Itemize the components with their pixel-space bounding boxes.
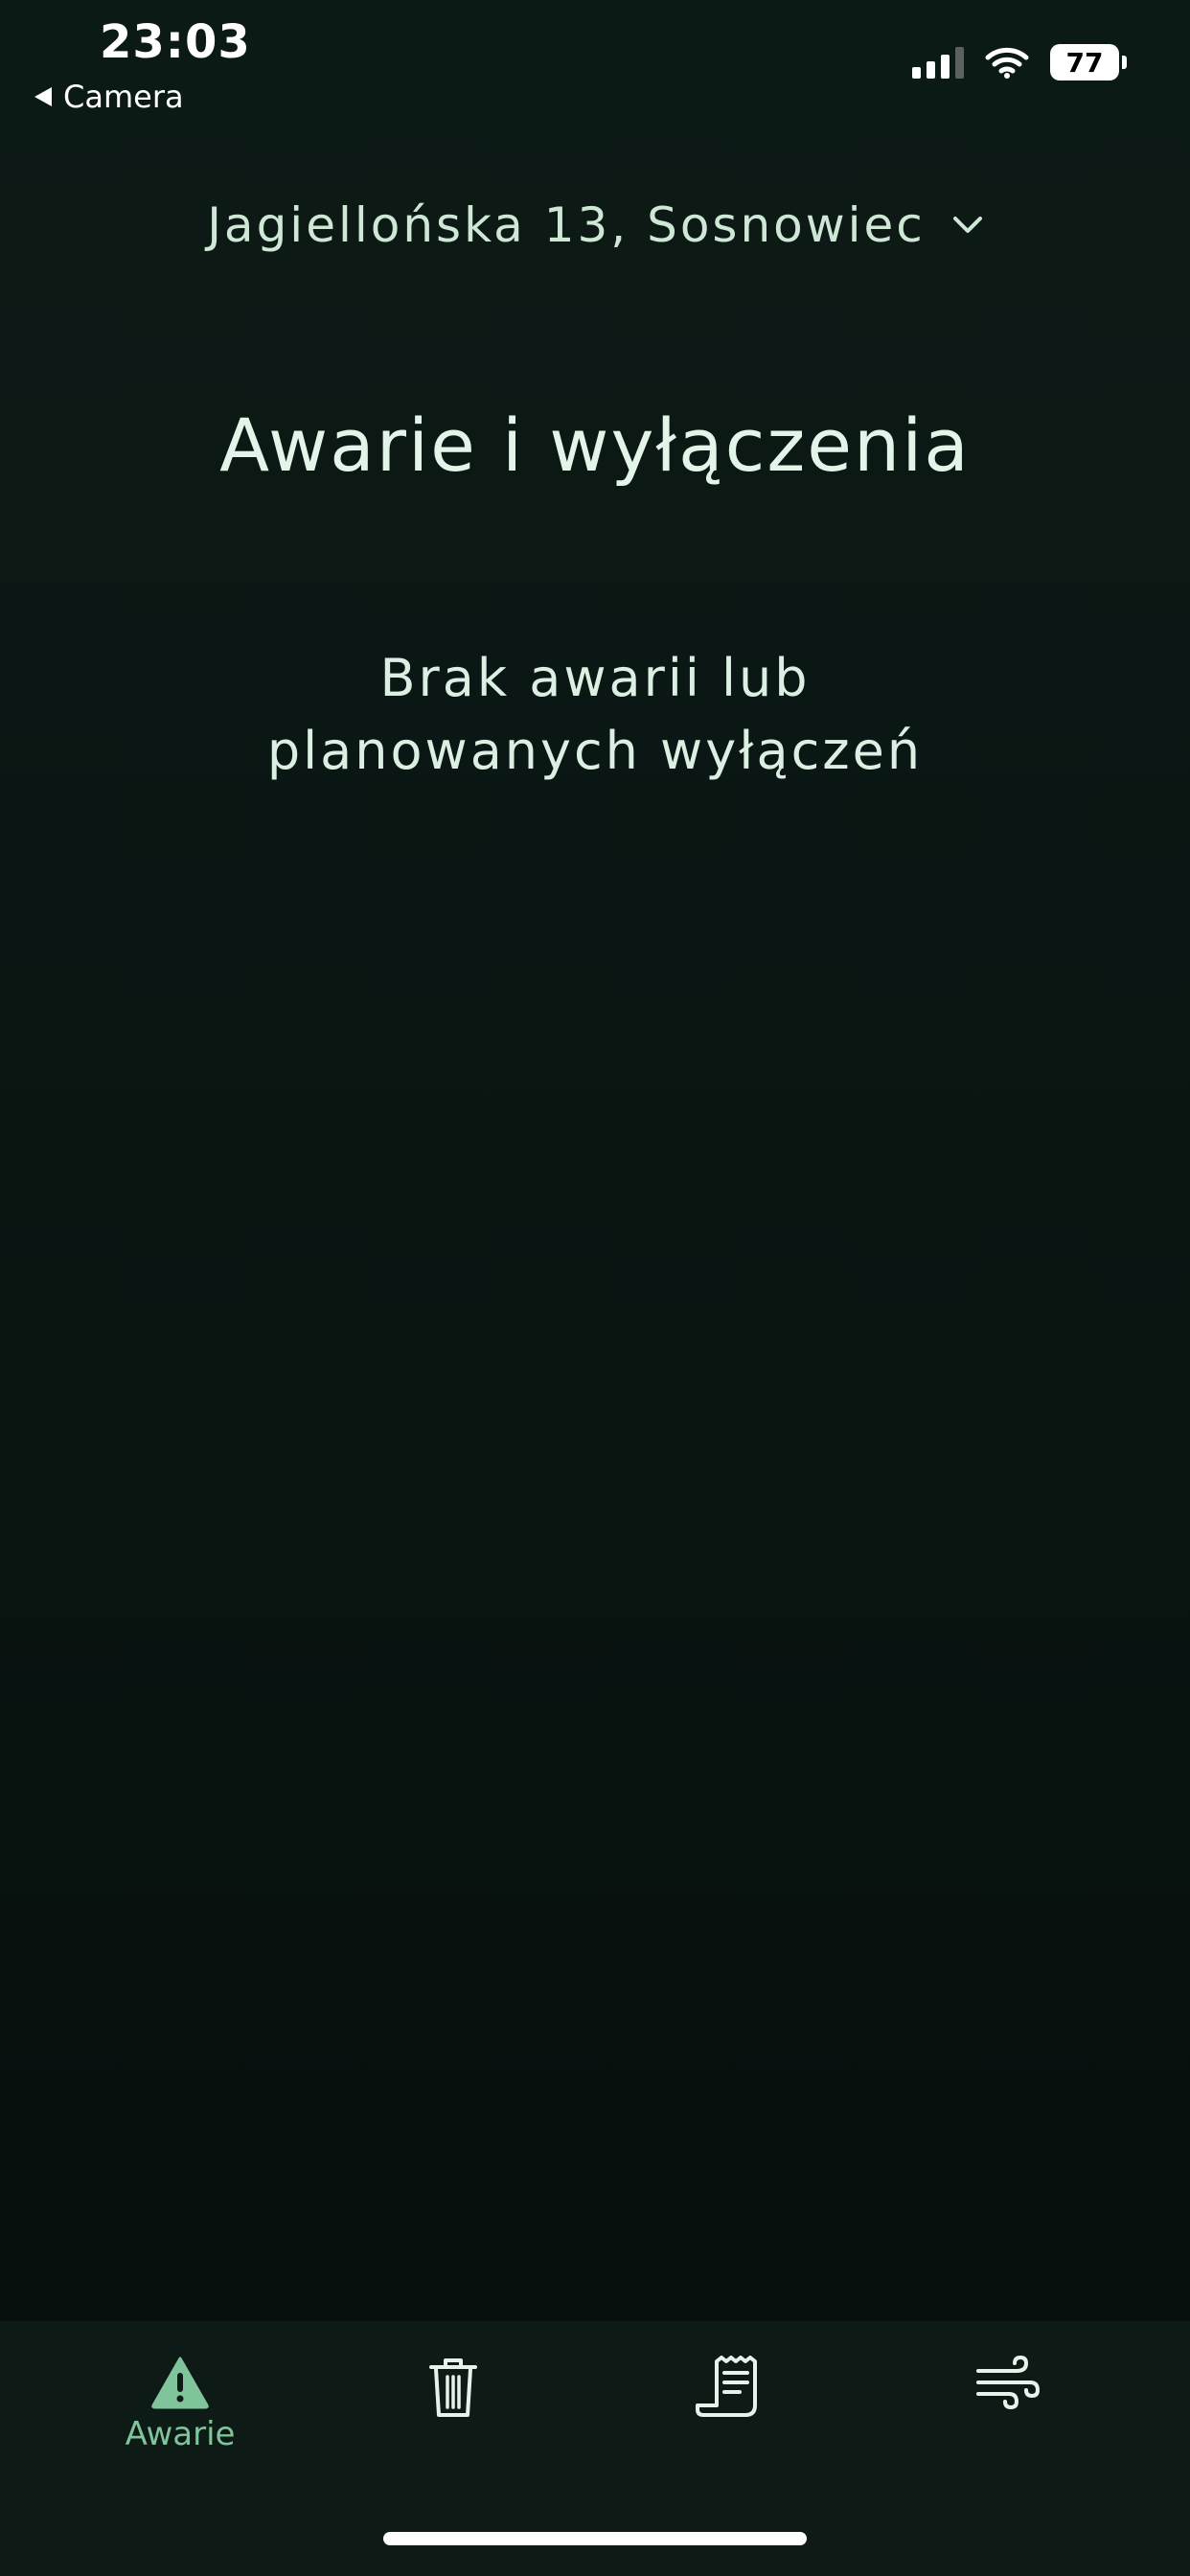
battery-level: 77 — [1050, 44, 1119, 80]
status-bar: 23:03 Camera 77 — [0, 0, 1190, 125]
empty-state-line-1: Brak awarii lub — [379, 648, 811, 708]
warning-icon — [151, 2357, 209, 2409]
home-indicator[interactable] — [383, 2532, 807, 2545]
empty-state-line-2: planowanych wyłączeń — [266, 721, 924, 781]
receipt-icon — [696, 2356, 757, 2417]
battery-icon: 77 — [1050, 44, 1127, 80]
status-indicators: 77 — [912, 44, 1127, 80]
wind-icon — [976, 2356, 1041, 2409]
trash-icon — [429, 2358, 477, 2417]
back-link-label: Camera — [63, 79, 184, 115]
address-label: Jagiellońska 13, Sosnowiec — [207, 197, 926, 253]
empty-state-message: Brak awarii lub planowanych wyłączeń — [0, 642, 1190, 788]
status-time: 23:03 — [100, 15, 251, 69]
tab-awarie-label: Awarie — [125, 2415, 236, 2453]
back-arrow-icon — [34, 87, 52, 106]
tab-awarie[interactable]: Awarie — [65, 2321, 295, 2494]
signal-icon — [912, 46, 964, 79]
back-to-camera-link[interactable]: Camera — [34, 79, 184, 115]
address-selector[interactable]: Jagiellońska 13, Sosnowiec — [0, 197, 1190, 253]
wifi-icon — [985, 47, 1029, 79]
page-title: Awarie i wyłączenia — [219, 402, 971, 488]
tab-waste[interactable] — [338, 2321, 568, 2494]
tab-air-quality[interactable] — [893, 2321, 1123, 2494]
chevron-down-icon — [952, 217, 982, 233]
tab-bills[interactable] — [614, 2321, 844, 2494]
